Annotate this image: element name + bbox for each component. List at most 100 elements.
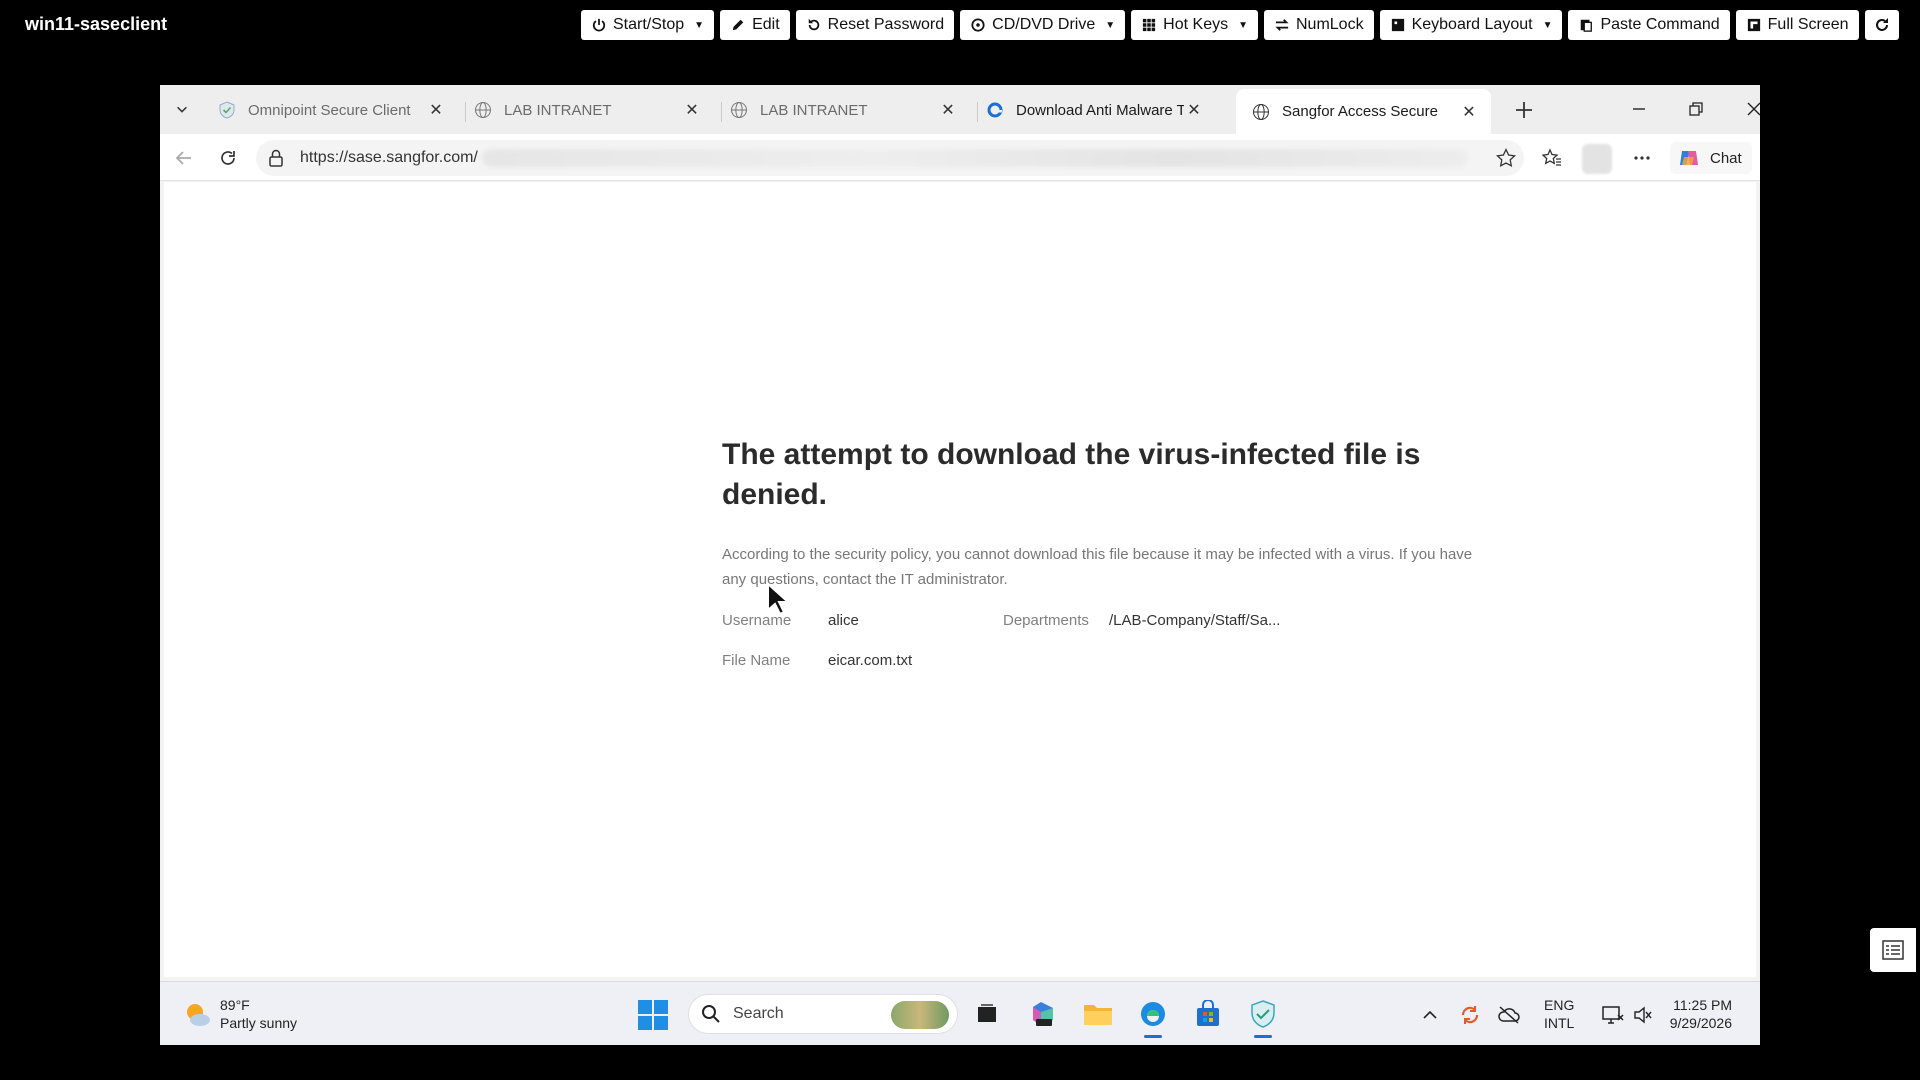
tab-lab-intranet-2[interactable]: LAB INTRANET ✕ [714,91,970,129]
clock-time: 11:25 PM [1673,997,1732,1013]
hot-keys-button[interactable]: Hot Keys ▼ [1131,10,1258,40]
start-stop-button[interactable]: Start/Stop ▼ [581,10,715,40]
tab-label: LAB INTRANET [760,101,868,119]
more-options-button[interactable] [1626,142,1658,174]
new-tab-button[interactable] [1509,95,1539,125]
page-title: The attempt to download the virus-infect… [722,438,1421,511]
cloud-offline-tray-button[interactable] [1496,1002,1522,1028]
swap-icon [1274,17,1290,33]
keyboard-layout-button[interactable]: Keyboard Layout ▼ [1379,10,1563,40]
speaker-muted-icon [1634,1006,1652,1024]
sync-tray-button[interactable] [1457,1002,1483,1028]
edge-icon [986,101,1004,119]
checklist-icon [1882,940,1904,960]
globe-icon [1252,103,1270,121]
start-button[interactable] [638,1000,668,1030]
plus-icon [1516,102,1532,118]
minimize-icon [1633,108,1645,110]
favorites-button[interactable] [1536,142,1568,174]
blocked-download-page: The attempt to download the virus-infect… [164,182,1756,977]
taskbar-search[interactable]: Search [688,994,958,1034]
numlock-label: NumLock [1296,16,1364,33]
m365-app[interactable] [1025,996,1061,1032]
file-explorer-app[interactable] [1080,996,1116,1032]
temperature: 89°F [220,997,250,1013]
partly-sunny-icon [187,1004,210,1026]
reset-password-button[interactable]: Reset Password [795,10,955,40]
reload-button[interactable] [212,142,244,174]
close-icon[interactable]: ✕ [1184,100,1204,120]
globe-icon [474,101,492,119]
task-view-button[interactable] [969,996,1005,1032]
favorite-star-icon[interactable] [1495,147,1517,168]
chevron-up-icon [1423,1010,1437,1019]
keyboard-layout-label: Keyboard Layout [1411,16,1533,33]
reload-icon [221,151,235,165]
tab-lab-intranet-1[interactable]: LAB INTRANET ✕ [458,91,714,129]
restore-button[interactable] [1673,93,1719,125]
tab-label: Download Anti Malware Tes [1016,101,1184,119]
back-button[interactable] [168,142,200,174]
numlock-button[interactable]: NumLock [1264,10,1374,40]
taskbar-clock[interactable]: 11:25 PM 9/29/2026 [1658,996,1732,1032]
chevron-down-icon: ▼ [1105,19,1116,31]
secure-client-app[interactable] [1245,996,1281,1038]
m365-icon [1033,1002,1053,1026]
network-icon [1602,1006,1624,1024]
close-icon[interactable]: ✕ [682,100,702,120]
more-dots-icon [1634,156,1650,160]
reset-icon [806,17,822,33]
url-blurred-region [481,149,1468,167]
favorites-icon [1542,148,1561,166]
paste-icon [1578,17,1594,33]
weather-widget[interactable]: 89°F Partly sunny [182,996,297,1032]
clock-date: 9/29/2026 [1669,1015,1732,1031]
tab-label: LAB INTRANET [504,101,612,119]
power-icon [591,17,607,33]
weather-condition: Partly sunny [220,1015,298,1031]
back-arrow-icon [175,151,191,165]
paste-command-button[interactable]: Paste Command [1568,10,1730,40]
file-name-label: File Name [722,652,791,669]
volume-tray-button[interactable] [1630,1002,1656,1028]
url-text: https://sase.sangfor.com/ [300,149,478,166]
microsoft-store-app[interactable] [1190,996,1226,1032]
profile-avatar[interactable] [1582,144,1612,174]
tab-sangfor-access-secure[interactable]: Sangfor Access Secure ✕ [1236,89,1491,134]
edge-icon [1141,1002,1165,1026]
close-icon[interactable]: ✕ [1459,102,1479,122]
search-placeholder: Search [733,1005,784,1022]
close-icon[interactable]: ✕ [938,100,958,120]
lock-icon [268,149,286,167]
tab-omnipoint[interactable]: Omnipoint Secure Client ✕ [202,91,458,129]
refresh-console-button[interactable] [1864,10,1899,40]
show-hidden-icons-button[interactable] [1417,1002,1443,1028]
search-icon [702,1005,720,1023]
username-value: alice [828,612,859,629]
close-window-button[interactable] [1731,93,1760,125]
keyboard-variant: INTL [1544,1015,1575,1031]
console-title: win11-saseclient [25,14,168,34]
close-icon[interactable]: ✕ [426,100,446,120]
browser-tab-bar: Omnipoint Secure Client ✕ LAB INTRANET ✕… [160,85,1760,134]
tab-download-anti-malware[interactable]: Download Anti Malware Tes ✕ [970,91,1216,129]
network-tray-button[interactable] [1600,1002,1626,1028]
windows-logo-icon [638,1000,652,1014]
address-bar[interactable]: https://sase.sangfor.com/ [256,140,1524,176]
address-bar-row: https://sase.sangfor.com/ Chat [160,134,1760,181]
sync-icon [1461,1006,1479,1024]
refresh-icon [1874,17,1890,33]
edge-app[interactable] [1135,996,1171,1038]
edit-button[interactable]: Edit [720,10,790,40]
fullscreen-icon [1746,17,1762,33]
keyboard-icon [1390,17,1406,33]
tab-actions-button[interactable] [166,93,198,125]
language-indicator[interactable]: ENG INTL [1544,996,1574,1032]
departments-value: /LAB-Company/Staff/Sa... [1109,612,1281,629]
full-screen-button[interactable]: Full Screen [1735,10,1859,40]
console-side-panel-button[interactable] [1870,928,1916,972]
cloud-offline-icon [1498,1006,1520,1024]
copilot-chat-button[interactable]: Chat [1670,142,1752,174]
minimize-button[interactable] [1616,93,1662,125]
cd-dvd-drive-button[interactable]: CD/DVD Drive ▼ [960,10,1126,40]
